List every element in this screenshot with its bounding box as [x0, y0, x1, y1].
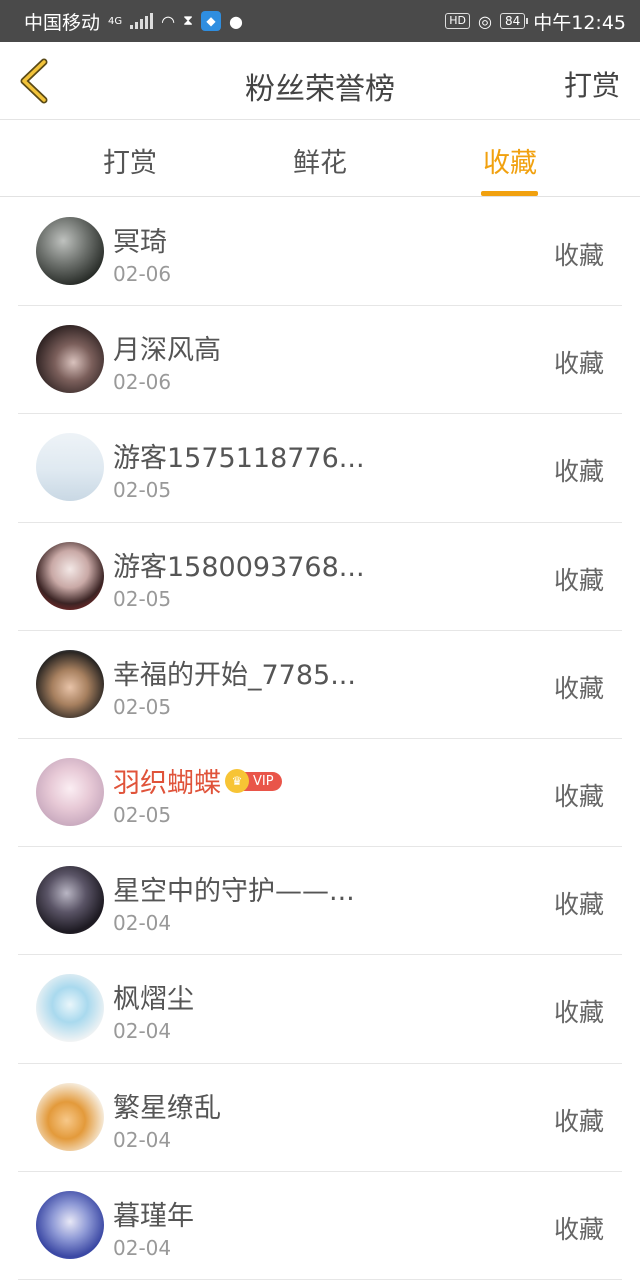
network-type-label: 4G — [108, 15, 123, 27]
item-date: 02-04 — [113, 1127, 172, 1152]
user-name: 幸福的开始_7785... — [113, 659, 356, 691]
user-name: 冥琦 — [113, 227, 167, 258]
favorite-label: 收藏 — [553, 673, 604, 703]
data-saver-icon: ◎ — [477, 11, 492, 31]
favorite-label: 收藏 — [553, 1214, 604, 1244]
avatar — [36, 541, 104, 610]
avatar — [36, 217, 104, 285]
list-item[interactable]: 枫熠尘 02-04 收藏 — [18, 955, 622, 1064]
avatar — [36, 325, 104, 394]
favorite-label: 收藏 — [553, 565, 604, 595]
hourglass-icon: ⧗ — [183, 13, 193, 29]
avatar — [36, 433, 104, 502]
avatar — [36, 649, 104, 718]
vip-badge: ♛ VIP — [225, 769, 282, 794]
item-date: 02-04 — [113, 1019, 172, 1044]
wifi-icon: ◠ — [161, 11, 176, 31]
battery-indicator: 84 — [499, 13, 529, 29]
user-name: 月深风高 — [113, 335, 221, 367]
favorite-label: 收藏 — [553, 1106, 604, 1136]
active-tab-indicator — [481, 191, 538, 196]
tab-favorites[interactable]: 收藏 — [450, 141, 570, 180]
list-item[interactable]: 暮瑾年 02-04 收藏 — [18, 1172, 622, 1280]
user-name: 繁星缭乱 — [113, 1092, 221, 1124]
user-name: 暮瑾年 — [113, 1200, 194, 1232]
item-date: 02-06 — [113, 370, 172, 395]
favorite-label: 收藏 — [553, 349, 604, 379]
user-name: 游客1575118776... — [113, 443, 365, 475]
carrier-label: 中国移动 — [24, 11, 101, 34]
list-item[interactable]: 冥琦 02-06 收藏 — [18, 198, 622, 307]
user-name: 枫熠尘 — [113, 984, 194, 1016]
item-date: 02-05 — [113, 802, 172, 827]
page-title: 粉丝荣誉榜 — [245, 72, 395, 107]
user-name-text: 羽织蝴蝶 — [113, 767, 221, 799]
item-date: 02-04 — [113, 1235, 172, 1260]
avatar — [36, 1190, 104, 1259]
header-bar: 粉丝荣誉榜 打赏 — [0, 42, 640, 120]
avatar — [36, 866, 104, 935]
user-name: 星空中的守护——... — [113, 876, 355, 908]
tab-reward[interactable]: 打赏 — [70, 141, 190, 180]
favorite-label: 收藏 — [553, 457, 604, 487]
signal-icon — [130, 13, 154, 29]
avatar — [36, 974, 104, 1043]
list-item[interactable]: 游客1575118776... 02-05 收藏 — [18, 414, 622, 523]
list-item[interactable]: 月深风高 02-06 收藏 — [18, 306, 622, 415]
reward-button[interactable]: 打赏 — [564, 64, 620, 104]
favorite-label: 收藏 — [553, 781, 604, 811]
list-item[interactable]: 星空中的守护——... 02-04 收藏 — [18, 847, 622, 956]
avatar — [36, 757, 104, 826]
item-date: 02-06 — [113, 262, 172, 286]
favorite-label: 收藏 — [553, 890, 604, 920]
fan-list: 冥琦 02-06 收藏 月深风高 02-06 收藏 游客1575118776..… — [18, 198, 622, 1280]
favorite-label: 收藏 — [553, 998, 604, 1028]
list-item[interactable]: 繁星缭乱 02-04 收藏 — [18, 1064, 622, 1172]
item-date: 02-04 — [113, 911, 172, 936]
hd-badge: HD — [445, 13, 470, 29]
clock-label: 中午12:45 — [533, 11, 626, 34]
item-date: 02-05 — [113, 694, 172, 719]
tab-bar: 打赏 鲜花 收藏 — [0, 121, 640, 197]
list-item[interactable]: 游客1580093768... 02-05 收藏 — [18, 523, 622, 631]
list-item[interactable]: 幸福的开始_7785... 02-05 收藏 — [18, 631, 622, 739]
shield-icon: ◆ — [200, 11, 221, 31]
user-name: 羽织蝴蝶 ♛ VIP — [113, 761, 282, 800]
status-bar: 中国移动 4G ◠ ⧗ ◆ ● HD ◎ 84 中午12:45 — [0, 0, 640, 42]
qq-icon: ● — [228, 11, 243, 31]
avatar — [36, 1082, 104, 1151]
favorite-label: 收藏 — [553, 241, 604, 270]
tab-flowers[interactable]: 鲜花 — [260, 141, 380, 180]
item-date: 02-05 — [113, 586, 172, 611]
user-name: 游客1580093768... — [113, 551, 365, 583]
list-item[interactable]: 羽织蝴蝶 ♛ VIP 02-05 收藏 — [18, 739, 622, 848]
item-date: 02-05 — [113, 478, 172, 503]
